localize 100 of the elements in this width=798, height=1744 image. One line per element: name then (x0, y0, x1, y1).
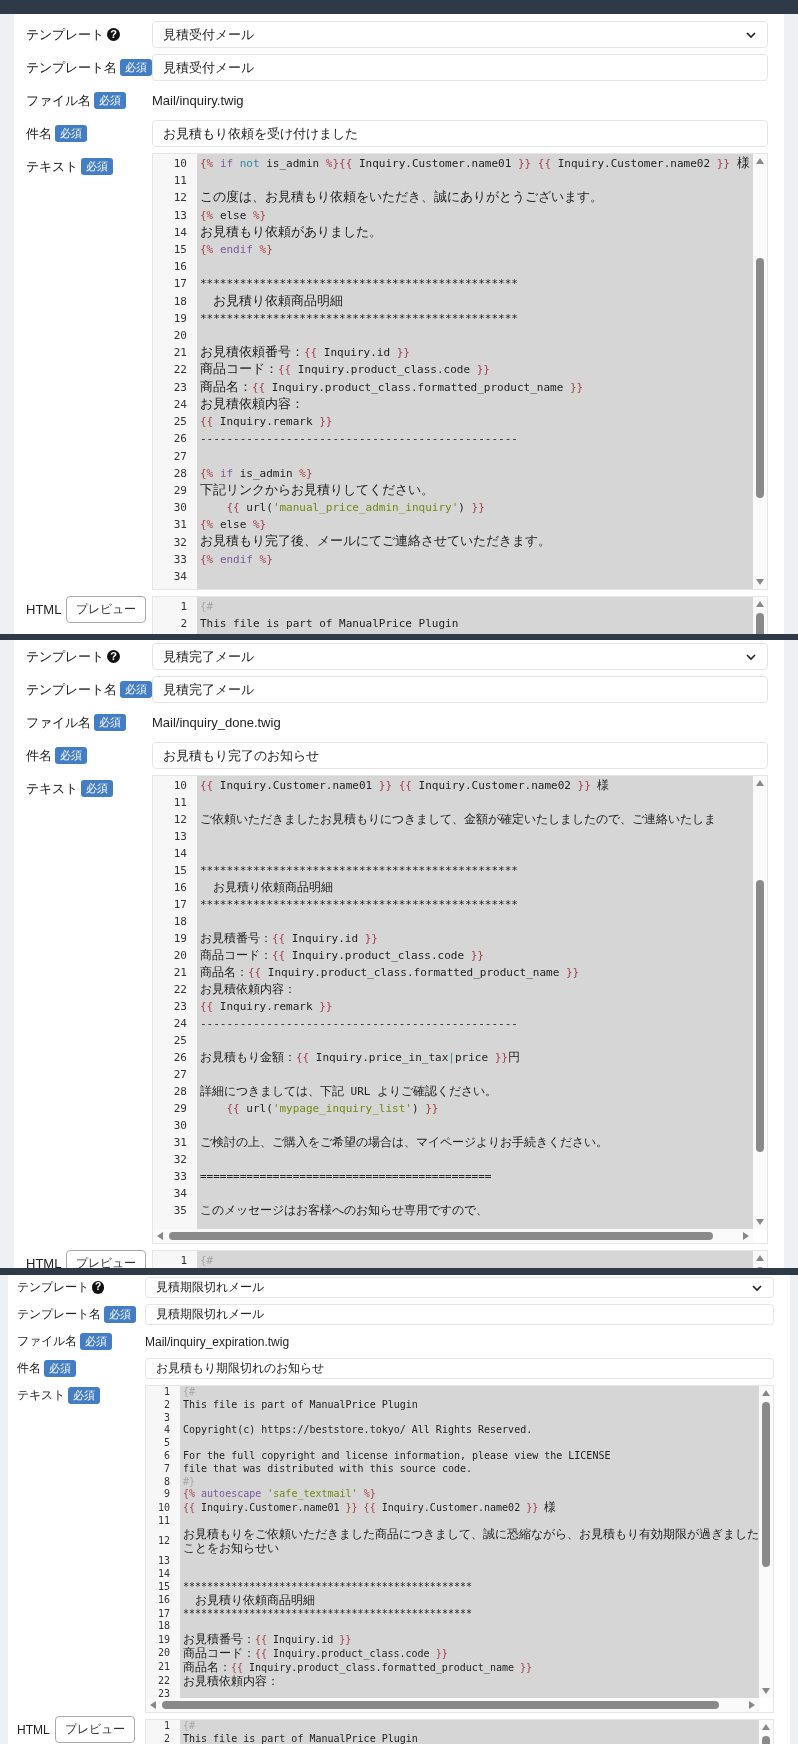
vertical-scrollbar[interactable] (753, 776, 767, 1229)
code-line: This file is part of ManualPrice Plugin (182, 1398, 418, 1412)
line-number: 1 (162, 1720, 171, 1733)
code-line: {% if not is_admin %}{{ Inquiry.Customer.name01 }} {{ Inquiry.Customer.name02 }} 様 (199, 155, 750, 172)
text-field[interactable]: お見積もり期限切れのお知らせ (145, 1358, 774, 1379)
preview-button[interactable]: プレビュー (54, 1716, 135, 1743)
code-line: 下記リンクからお見積りしてください。 (199, 481, 434, 499)
code-line: For the full copyright and license information, please view the LICENSE (182, 1450, 611, 1463)
line-number: 27 (172, 449, 188, 463)
text-field[interactable]: 見積受付メール (152, 54, 768, 81)
template-select[interactable]: 見積完了メール (152, 643, 768, 670)
line-number: 17 (156, 1607, 171, 1621)
code-line: {{ url('mypage_inquiry_list') }} (225, 1101, 439, 1117)
code-line: file that was distributed with this source code. (182, 1462, 472, 1476)
field-label: テンプレート名 (17, 1306, 101, 1323)
code-line: 商品コード：{{ Inquiry.product_class.code }} (182, 1646, 448, 1661)
code-editor[interactable] (145, 1385, 774, 1713)
line-number: 33 (172, 552, 188, 566)
field-label: テンプレート名 (26, 58, 117, 77)
preview-button[interactable]: プレビュー (66, 596, 147, 623)
code-line: お見積番号：{{ Inquiry.id }} (182, 1633, 352, 1647)
code-line: {# (199, 599, 214, 615)
required-badge: 必須 (94, 713, 126, 732)
code-editor[interactable]: 1 {# 2 This file is part of ManualPrice Plugin (152, 596, 768, 634)
line-number: 17 (172, 898, 188, 911)
required-badge: 必須 (120, 680, 152, 699)
field-label: テンプレート (17, 1279, 89, 1296)
required-badge: 必須 (120, 58, 152, 77)
code-line: ************************************************ (199, 310, 518, 327)
code-line: 商品名：{{ Inquiry.product_class.formatted_product_name }} (182, 1660, 533, 1675)
line-number: 14 (156, 1568, 171, 1581)
line-number: 18 (172, 915, 188, 928)
line-number: 22 (172, 983, 188, 996)
code-line: 商品コード：{{ Inquiry.product_class.code }} (199, 361, 490, 379)
line-number: 7 (162, 1462, 171, 1476)
code-editor[interactable]: 1 {# 2 This file is part of ManualPrice Plugin (145, 1719, 774, 1744)
code-line: ************************************************ (199, 863, 518, 879)
template-select[interactable]: 見積受付メール (152, 21, 768, 48)
file-name: Mail/inquiry_done.twig (152, 715, 282, 730)
line-number: 3 (162, 1411, 171, 1425)
vertical-scrollbar[interactable] (759, 1386, 773, 1698)
code-editor[interactable]: 1 {# (152, 1250, 768, 1268)
line-number: 16 (172, 260, 188, 274)
text-field[interactable]: 見積期限切れメール (145, 1304, 774, 1325)
line-number: 12 (172, 813, 188, 826)
line-number: 4 (162, 1424, 171, 1438)
line-number: 26 (172, 1051, 188, 1064)
text-field[interactable]: お見積もり依頼を受け付けました (152, 120, 768, 147)
text-field[interactable]: お見積もり完了のお知らせ (152, 742, 768, 769)
field-label: 件名 (26, 746, 52, 765)
code-line: お見積依頼番号：{{ Inquiry.id }} (199, 344, 410, 362)
line-number: 25 (172, 415, 188, 429)
line-number: 2 (179, 617, 188, 631)
file-name: Mail/inquiry.twig (152, 93, 245, 108)
field-label: HTML (26, 1256, 62, 1268)
code-line: {% autoescape 'safe_textmail' %} (182, 1488, 376, 1502)
line-number: 19 (172, 932, 188, 945)
required-badge: 必須 (80, 1332, 112, 1351)
code-line: {% else %} (199, 207, 267, 224)
code-line: 詳細につきましては、下記 URL よりご確認ください。 (199, 1083, 498, 1100)
horizontal-scrollbar[interactable] (153, 1229, 753, 1243)
code-line: ************************************************ (199, 276, 518, 293)
code-editor[interactable] (152, 153, 768, 590)
code-line: {% endif %} (199, 551, 273, 568)
vertical-scrollbar[interactable] (753, 154, 767, 589)
code-line: お見積依頼内容： (199, 395, 304, 413)
line-number: 21 (156, 1661, 171, 1675)
code-line: お見積依頼内容： (182, 1674, 279, 1689)
line-number: 17 (172, 277, 188, 291)
line-number: 22 (156, 1675, 171, 1688)
line-number: 29 (172, 483, 188, 497)
required-badge: 必須 (55, 124, 87, 143)
code-line: {# (182, 1386, 196, 1399)
line-number: 6 (162, 1450, 171, 1463)
help-icon[interactable]: ? (92, 1281, 105, 1294)
line-number: 18 (172, 294, 188, 308)
template-select[interactable]: 見積期限切れメール (145, 1277, 774, 1298)
help-icon[interactable]: ? (107, 27, 121, 42)
line-number: 34 (172, 569, 188, 583)
code-editor[interactable] (152, 775, 768, 1244)
field-label: 件名 (26, 124, 52, 143)
line-number: 35 (172, 1204, 188, 1217)
line-number: 23 (172, 1000, 188, 1013)
line-number: 13 (156, 1555, 171, 1569)
line-number: 30 (172, 1119, 188, 1132)
line-number: 25 (172, 1034, 188, 1047)
preview-button[interactable]: プレビュー (66, 1250, 147, 1268)
help-icon[interactable]: ? (107, 649, 121, 664)
line-number: 10 (172, 779, 188, 792)
line-number: 11 (172, 796, 188, 809)
line-number: 1 (179, 1254, 188, 1267)
field-label: ファイル名 (26, 91, 91, 110)
text-field[interactable]: 見積完了メール (152, 676, 768, 703)
required-badge: 必須 (94, 91, 126, 110)
horizontal-scrollbar[interactable] (146, 1698, 759, 1712)
line-number: 9 (162, 1488, 171, 1502)
line-number: 2 (162, 1398, 171, 1412)
code-line: お見積り依頼商品明細 (194, 1593, 316, 1608)
line-number: 21 (172, 346, 188, 360)
field-label: テンプレート (26, 25, 104, 44)
